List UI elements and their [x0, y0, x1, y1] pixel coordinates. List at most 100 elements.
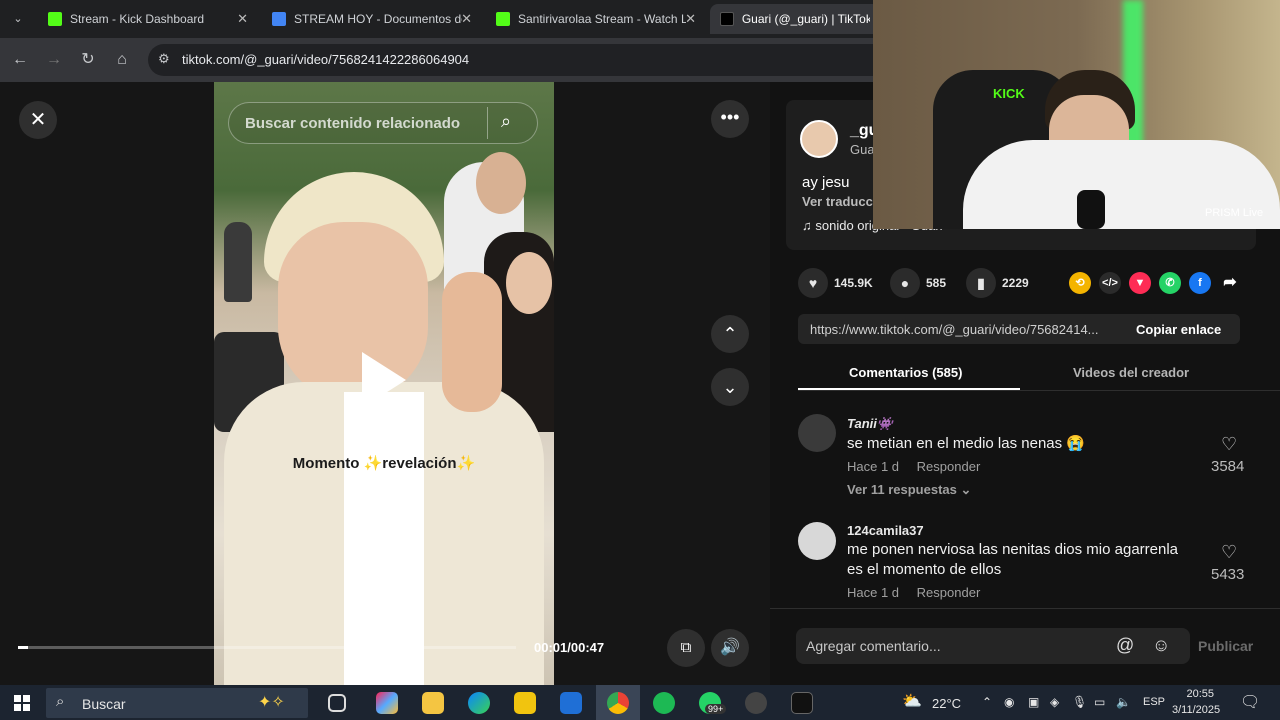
comment-author[interactable]: Tanii👾	[847, 416, 1207, 432]
comment-author[interactable]: 124camila37	[847, 523, 1197, 538]
comment-avatar[interactable]	[798, 522, 836, 560]
subject-shirt	[344, 392, 424, 685]
search-divider	[487, 107, 488, 139]
tab-search-icon[interactable]: ⌄	[6, 7, 30, 31]
site-info-icon[interactable]: ⚙	[158, 51, 170, 67]
music-note-icon: ♫	[802, 218, 812, 233]
clock-time[interactable]: 20:55	[1180, 688, 1214, 700]
related-search-input[interactable]: Buscar contenido relacionado ⌕	[228, 102, 538, 144]
view-replies-link[interactable]: Ver 11 respuestas ⌄	[847, 482, 1207, 498]
comment-input[interactable]: Agregar comentario... @ ☺	[796, 628, 1190, 664]
display-name: Gua	[850, 142, 875, 157]
speaker-icon[interactable]: 🔈	[1116, 695, 1131, 709]
like-stat[interactable]: ♥ 145.9K	[798, 268, 873, 298]
more-options-button[interactable]: •••	[711, 100, 749, 138]
tab-stream-docs[interactable]: STREAM HOY - Documentos de ✕	[262, 4, 480, 34]
volume-icon[interactable]: 🔊	[711, 629, 749, 667]
publish-button[interactable]: Publicar	[1198, 638, 1253, 654]
tray-app-icon[interactable]: ◈	[1050, 695, 1059, 709]
close-tab-icon[interactable]: ✕	[685, 11, 696, 27]
outlook-icon[interactable]	[560, 692, 582, 714]
url-field[interactable]: ⚙ tiktok.com/@_guari/video/7568241422286…	[148, 44, 908, 76]
embed-icon[interactable]: </>	[1099, 272, 1121, 294]
avatar[interactable]	[800, 120, 838, 158]
app-icon[interactable]	[791, 692, 813, 714]
mention-icon[interactable]: @	[1116, 635, 1134, 656]
home-icon[interactable]: ⌂	[110, 48, 134, 72]
microphone-icon[interactable]: 🎙	[1072, 695, 1087, 709]
comment-like-count: 5433	[1211, 566, 1245, 583]
comment-stat[interactable]: ● 585	[890, 268, 946, 298]
heart-outline-icon[interactable]: ♡	[1221, 434, 1237, 455]
weather-temp[interactable]: 22°C	[932, 696, 961, 711]
close-tab-icon[interactable]: ✕	[237, 11, 248, 27]
obs-icon[interactable]	[745, 692, 767, 714]
clock-date[interactable]: 3/11/2025	[1172, 704, 1220, 716]
comment-box-divider	[770, 608, 1280, 609]
close-video-button[interactable]: ✕	[19, 101, 57, 139]
store-icon[interactable]	[514, 692, 536, 714]
copy-link-button[interactable]: Copiar enlace	[1136, 322, 1221, 337]
close-tab-icon[interactable]: ✕	[461, 11, 472, 27]
tab-tiktok[interactable]: Guari (@_guari) | TikTok	[710, 4, 880, 34]
share-link-text[interactable]: https://www.tiktok.com/@_guari/video/756…	[810, 322, 1118, 337]
reload-icon[interactable]: ↻	[76, 48, 100, 72]
tray-app-icon[interactable]: ◉	[1004, 695, 1014, 709]
comment-like-count: 3584	[1211, 458, 1245, 475]
tray-chevron-icon[interactable]: ⌃	[982, 695, 992, 709]
post-caption: ay jesu	[802, 174, 850, 191]
prism-watermark: PRISM Live	[1205, 207, 1264, 219]
emoji-icon[interactable]: ☺	[1152, 635, 1170, 656]
task-view-icon[interactable]	[328, 694, 346, 712]
heart-icon: ♥	[798, 268, 828, 298]
pip-icon[interactable]: ⧉	[667, 629, 705, 667]
tab-comments[interactable]: Comentarios (585)	[849, 365, 962, 380]
see-translation-link[interactable]: Ver traducc	[802, 194, 873, 209]
reply-button[interactable]: Responder	[917, 459, 981, 474]
facebook-icon[interactable]: f	[1189, 272, 1211, 294]
video-time: 00:01/00:47	[534, 640, 605, 655]
spotify-icon[interactable]	[653, 692, 675, 714]
previous-video-button[interactable]: ⌃	[711, 315, 749, 353]
video-player[interactable]: Buscar contenido relacionado ⌕ Momento ✨…	[214, 82, 554, 685]
copilot-icon[interactable]	[376, 692, 398, 714]
taskbar-search[interactable]: ⌕ Buscar ✦✧	[46, 688, 308, 718]
notifications-icon[interactable]: 🗨	[1240, 692, 1260, 712]
search-icon: ⌕	[56, 693, 65, 710]
windows-start-icon[interactable]	[14, 695, 30, 711]
repost-icon[interactable]: ⟲	[1069, 272, 1091, 294]
video-progress-track[interactable]	[18, 646, 516, 649]
kick-icon	[496, 12, 510, 26]
save-stat[interactable]: ▮ 2229	[966, 268, 1029, 298]
edge-icon[interactable]	[468, 692, 490, 714]
tab-creator-videos[interactable]: Videos del creador	[1073, 365, 1189, 380]
file-explorer-icon[interactable]	[422, 692, 444, 714]
comment-icon: ●	[890, 268, 920, 298]
tray-app-icon[interactable]: ▣	[1028, 695, 1039, 709]
language-indicator[interactable]: ESP	[1143, 696, 1165, 708]
heart-outline-icon[interactable]: ♡	[1221, 542, 1237, 563]
whatsapp-icon[interactable]: ✆	[1159, 272, 1181, 294]
comment-avatar[interactable]	[798, 414, 836, 452]
background-face	[476, 152, 526, 214]
copilot-sparkle-icon: ✦✧	[258, 694, 285, 711]
weather-icon[interactable]: ⛅	[902, 691, 922, 711]
tab-kick-dashboard[interactable]: Stream - Kick Dashboard ✕	[38, 4, 256, 34]
video-area: ✕ Buscar contenido relacionado ⌕ Momento…	[0, 82, 770, 685]
send-icon[interactable]: ▼	[1129, 272, 1151, 294]
chevron-down-icon: ⌄	[960, 482, 972, 497]
tab-kick-watch[interactable]: Santirivarolaa Stream - Watch L ✕	[486, 4, 704, 34]
reply-button[interactable]: Responder	[917, 585, 981, 600]
webcam-overlay: KICK PRISM Live	[873, 0, 1280, 229]
back-icon[interactable]: ←	[8, 48, 32, 72]
search-icon[interactable]: ⌕	[501, 111, 511, 132]
chrome-icon[interactable]	[607, 692, 629, 714]
network-icon[interactable]: ▭	[1094, 695, 1105, 709]
play-icon[interactable]	[362, 352, 406, 408]
taskbar: ⌕ Buscar ✦✧ 99+ ⛅ 22°C ⌃ ◉ ▣ ◈ 🎙 ▭ 🔈 ESP…	[0, 685, 1280, 720]
docs-icon	[272, 12, 286, 26]
share-arrow-icon[interactable]: ➦	[1219, 272, 1241, 294]
forward-icon[interactable]: →	[42, 48, 66, 72]
next-video-button[interactable]: ⌄	[711, 368, 749, 406]
whatsapp-badge: 99+	[705, 704, 727, 714]
